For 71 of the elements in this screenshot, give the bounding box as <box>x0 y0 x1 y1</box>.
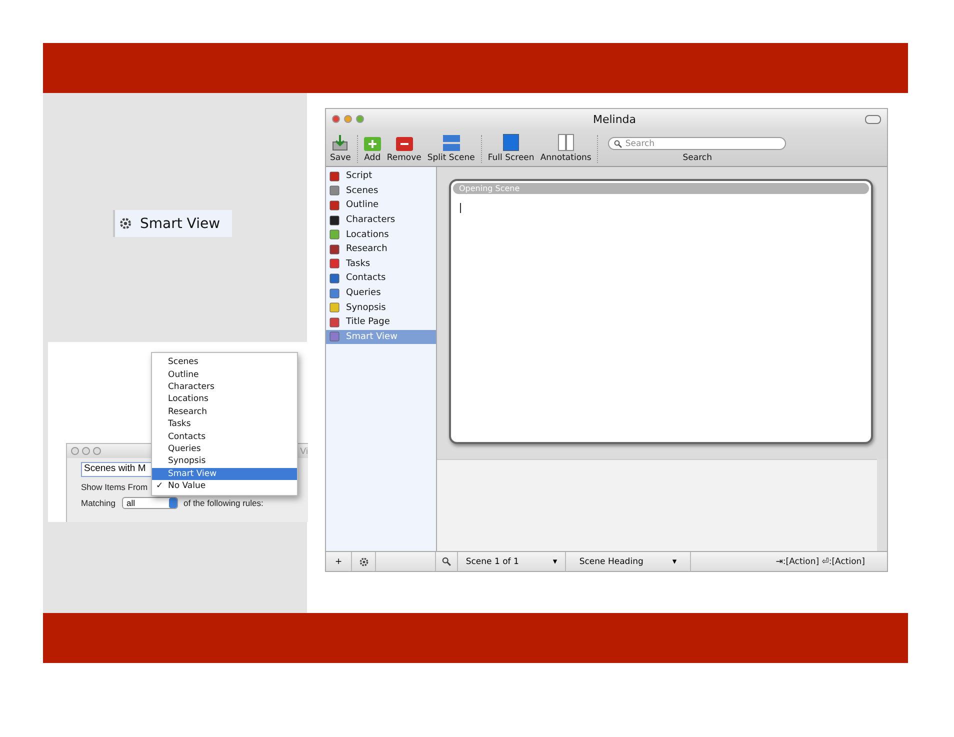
toolbar-button[interactable]: Remove <box>386 137 422 163</box>
rules-label: of the following rules: <box>184 498 264 508</box>
element-selector[interactable]: Scene Heading ▾ <box>566 552 691 571</box>
minimize-button[interactable] <box>82 447 90 455</box>
sidebar-item[interactable]: Characters <box>326 212 436 228</box>
sidebar-item[interactable]: Outline <box>326 198 436 213</box>
view-icon <box>329 272 340 284</box>
screen-icon <box>503 134 520 151</box>
toolbar-button[interactable]: Annotations <box>540 134 592 163</box>
text-cursor <box>460 203 461 213</box>
shortcut-hints: ⇥:[Action] ⏎:[Action] <box>776 556 865 566</box>
menu-item[interactable]: Locations <box>152 393 297 406</box>
show-items-label: Show Items From <box>81 482 148 492</box>
minus-icon <box>396 137 413 151</box>
menu-item[interactable]: Scenes <box>152 356 297 368</box>
sidebar-item[interactable]: Locations <box>326 227 436 242</box>
view-icon <box>329 170 340 182</box>
sidebar-item[interactable]: Contacts <box>326 271 436 286</box>
menu-item[interactable]: Characters <box>152 380 297 394</box>
minimize-button[interactable] <box>344 115 352 123</box>
search-icon <box>442 557 451 566</box>
view-icon <box>329 244 340 255</box>
add-button[interactable]: + <box>326 552 352 571</box>
sidebar-item[interactable]: Scenes <box>326 184 436 198</box>
sidebar-item[interactable]: Synopsis <box>326 300 436 315</box>
search-icon <box>614 140 622 148</box>
gear-icon <box>119 217 132 230</box>
close-button[interactable] <box>332 115 340 123</box>
dialog-title: Vi <box>300 446 308 456</box>
search-field[interactable]: Search <box>608 137 786 150</box>
zoom-button[interactable] <box>356 115 364 123</box>
plus-icon <box>364 137 381 151</box>
sidebar-item[interactable]: Script <box>326 169 436 184</box>
zoom-button[interactable] <box>93 447 101 455</box>
search-label: Search <box>682 153 712 163</box>
toolbar-button[interactable]: Add <box>364 137 381 163</box>
scene-heading: Opening Scene <box>453 183 869 194</box>
gear-icon <box>358 556 368 566</box>
view-icon <box>329 200 340 211</box>
view-icon <box>329 316 340 328</box>
menu-item[interactable]: Smart View <box>152 468 297 480</box>
smart-view-item: Smart View <box>113 210 232 237</box>
menu-item[interactable]: ✓ No Value <box>152 480 297 492</box>
sidebar-item[interactable]: Research <box>326 242 436 257</box>
view-icon <box>329 214 340 226</box>
view-icon <box>329 185 340 196</box>
columns-icon <box>558 134 574 151</box>
sidebar-item[interactable]: Tasks <box>326 256 436 272</box>
view-icon <box>329 331 340 342</box>
menu-item[interactable]: Tasks <box>152 418 297 430</box>
close-button[interactable] <box>71 447 79 455</box>
sidebar-item[interactable]: Queries <box>326 286 436 300</box>
matching-select[interactable]: all <box>122 497 178 509</box>
view-icon <box>329 229 340 240</box>
toolbar-button[interactable]: Full Screen <box>488 134 534 163</box>
view-icon <box>329 258 340 270</box>
menu-item[interactable]: Queries <box>152 442 297 456</box>
download-tray-icon <box>332 134 348 151</box>
menu-item[interactable]: Research <box>152 406 297 418</box>
scene-selector[interactable]: Scene 1 of 1 ▾ <box>458 552 566 571</box>
toolbar-button[interactable]: Split Scene <box>427 134 475 163</box>
matching-label: Matching <box>81 498 116 508</box>
view-icon <box>329 302 340 314</box>
view-icon <box>329 288 340 299</box>
split-panes-icon <box>442 134 460 151</box>
sidebar-item[interactable]: Title Page <box>326 314 436 330</box>
toolbar-button[interactable]: Save <box>330 134 351 163</box>
window-title: Melinda <box>592 112 638 126</box>
toolbar-toggle-button[interactable] <box>865 114 881 124</box>
menu-item[interactable]: Contacts <box>152 430 297 443</box>
menu-item[interactable]: Outline <box>152 368 297 381</box>
